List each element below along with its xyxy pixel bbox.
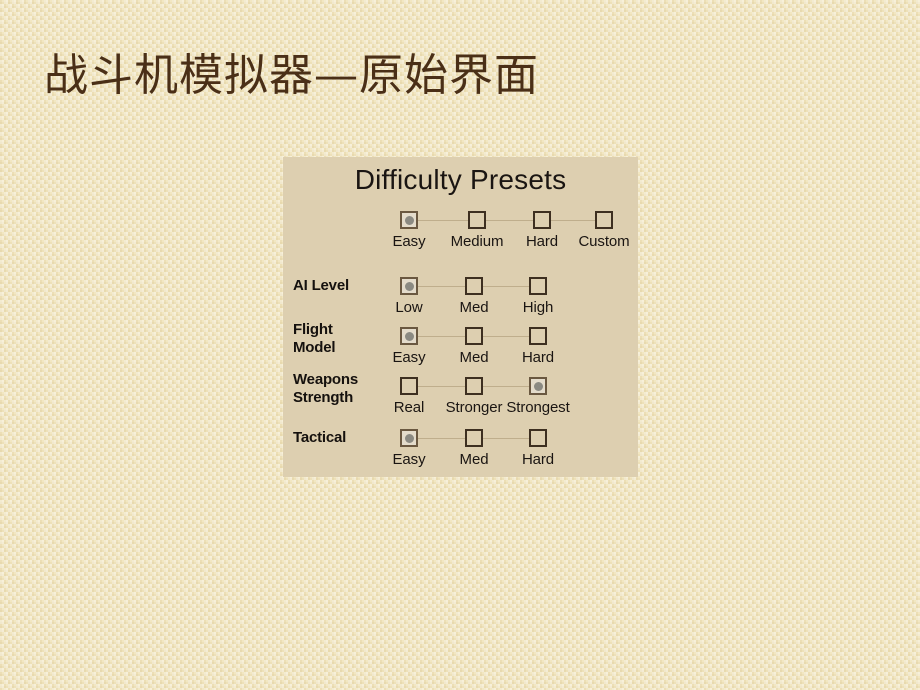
option-label[interactable]: Med <box>460 451 489 468</box>
option-checkbox[interactable] <box>400 327 418 345</box>
option-checkbox[interactable] <box>465 377 483 395</box>
option-label[interactable]: Hard <box>522 349 554 366</box>
option-label[interactable]: Medium <box>451 233 504 250</box>
slide-canvas: 战斗机模拟器—原始界面 Difficulty Presets Easy Mediu… <box>0 0 920 690</box>
option-row: Weapons Strength Real Stronger Strongest <box>283 371 638 427</box>
option-row: Flight Model Easy Med Hard <box>283 321 638 377</box>
option-label[interactable]: Low <box>395 299 422 316</box>
option-label[interactable]: Hard <box>522 451 554 468</box>
option-cells: Easy Med Hard <box>389 325 638 377</box>
option-row-label: Flight Model <box>293 321 336 356</box>
option-label[interactable]: Strongest <box>506 399 569 416</box>
option-cells: Low Med High <box>389 275 638 327</box>
option-row: Tactical Easy Med Hard <box>283 427 638 479</box>
option-label[interactable]: High <box>523 299 554 316</box>
option-cells: Real Stronger Strongest <box>389 375 638 427</box>
option-row-label: Tactical <box>293 429 347 446</box>
option-cells: Easy Medium Hard Custom <box>389 209 638 261</box>
option-row: Easy Medium Hard Custom <box>283 209 638 261</box>
difficulty-presets-dialog: Difficulty Presets Easy Medium Hard Custom A… <box>283 157 638 477</box>
dialog-heading: Difficulty Presets <box>354 164 567 195</box>
option-label[interactable]: Easy <box>393 233 426 250</box>
page-title: 战斗机模拟器—原始界面 <box>44 50 539 101</box>
option-checkbox[interactable] <box>465 429 483 447</box>
option-label[interactable]: Easy <box>393 349 426 366</box>
option-label[interactable]: Med <box>460 299 489 316</box>
option-checkbox[interactable] <box>468 211 486 229</box>
option-checkbox[interactable] <box>465 327 483 345</box>
option-label[interactable]: Easy <box>393 451 426 468</box>
option-row-label: AI Level <box>293 277 349 294</box>
option-connector-line <box>409 220 604 221</box>
option-label[interactable]: Stronger <box>446 399 503 416</box>
option-checkbox[interactable] <box>400 377 418 395</box>
option-checkbox[interactable] <box>400 429 418 447</box>
option-label[interactable]: Med <box>460 349 489 366</box>
option-checkbox[interactable] <box>595 211 613 229</box>
option-checkbox[interactable] <box>529 377 547 395</box>
option-label[interactable]: Hard <box>526 233 558 250</box>
option-checkbox[interactable] <box>533 211 551 229</box>
option-checkbox[interactable] <box>529 429 547 447</box>
option-checkbox[interactable] <box>529 277 547 295</box>
option-checkbox[interactable] <box>465 277 483 295</box>
option-row-label: Weapons Strength <box>293 371 359 406</box>
option-row: AI Level Low Med High <box>283 275 638 327</box>
option-label[interactable]: Custom <box>578 233 629 250</box>
option-checkbox[interactable] <box>529 327 547 345</box>
option-label[interactable]: Real <box>394 399 425 416</box>
option-checkbox[interactable] <box>400 211 418 229</box>
option-checkbox[interactable] <box>400 277 418 295</box>
option-cells: Easy Med Hard <box>389 427 638 479</box>
